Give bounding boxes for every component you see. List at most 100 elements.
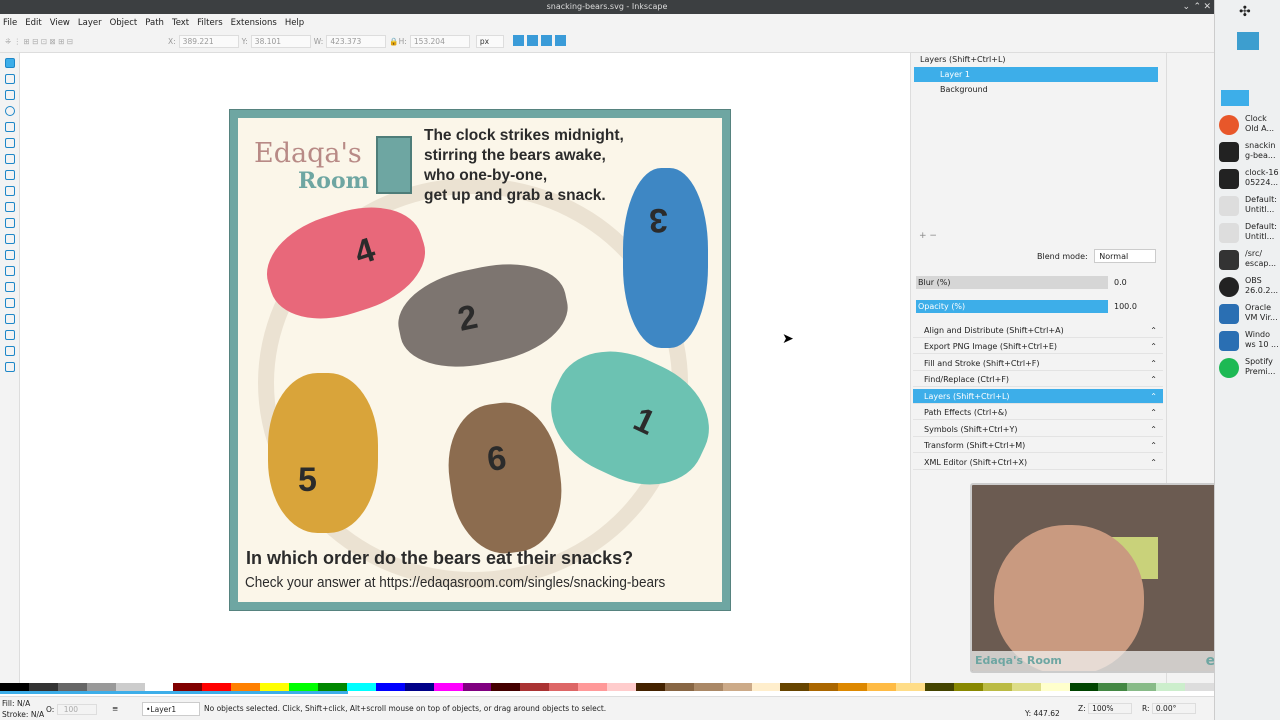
dock-symbols[interactable]: Symbols (Shift+Ctrl+Y) ⌃	[913, 422, 1163, 437]
blend-mode-row: Blend mode: Normal	[1037, 249, 1157, 263]
transform-toggle-buttons	[512, 35, 569, 48]
eraser-tool-icon[interactable]	[4, 346, 15, 356]
menu-file[interactable]: File	[3, 18, 17, 28]
menu-help[interactable]: Help	[285, 18, 304, 28]
move-gradients-icon[interactable]	[540, 35, 552, 46]
pen-tool-icon[interactable]	[4, 186, 15, 196]
task-item[interactable]: Spotify Premi...	[1217, 355, 1280, 381]
move-patterns-icon[interactable]	[554, 35, 566, 46]
answer-url-text: Check your answer at https://edaqasroom.…	[245, 574, 666, 591]
layer-row-background[interactable]: Background	[914, 82, 1158, 97]
selector-tool-icon[interactable]	[4, 58, 15, 68]
chevron-up-icon: ⌃	[1150, 458, 1157, 467]
status-bar: Fill: N/A Stroke: N/A O: 100 ≡ •Layer1 N…	[0, 696, 1214, 720]
ellipse-tool-icon[interactable]	[4, 106, 15, 116]
text-tool-icon[interactable]	[4, 234, 15, 244]
dock-xml-editor[interactable]: XML Editor (Shift+Ctrl+X) ⌃	[913, 455, 1163, 470]
layer-row-layer1[interactable]: Layer 1	[914, 67, 1158, 82]
app-launcher-icon[interactable]: ✣	[1239, 4, 1251, 20]
mesh-tool-icon[interactable]	[4, 266, 15, 276]
dock-label: XML Editor (Shift+Ctrl+X)	[924, 458, 1028, 467]
minimize-icon[interactable]: ⌄	[1182, 0, 1190, 14]
w-input[interactable]: 423.373	[326, 35, 387, 48]
zoom-control[interactable]: Z: 100%	[1078, 703, 1133, 714]
menu-extensions[interactable]: Extensions	[231, 18, 277, 28]
spray-tool-icon[interactable]	[4, 330, 15, 340]
task-label: Clock Old A...	[1245, 114, 1275, 133]
h-input[interactable]: 153.204	[409, 35, 470, 48]
dropper-tool-icon[interactable]	[4, 282, 15, 292]
rotate-label: R:	[1142, 704, 1150, 713]
dock-layers[interactable]: Layers (Shift+Ctrl+L) ⌃	[913, 389, 1163, 404]
y-input[interactable]: 38.101	[250, 35, 311, 48]
add-layer-icon[interactable]: + −	[919, 231, 937, 241]
dock-transform[interactable]: Transform (Shift+Ctrl+M) ⌃	[913, 438, 1163, 453]
dock-export-png[interactable]: Export PNG Image (Shift+Ctrl+E) ⌃	[913, 339, 1163, 354]
menu-view[interactable]: View	[50, 18, 70, 28]
stroke-indicator[interactable]: Stroke: N/A	[2, 710, 44, 719]
task-item[interactable]: Windo ws 10 ...	[1217, 328, 1280, 354]
menu-layer[interactable]: Layer	[78, 18, 102, 28]
opacity-status-value[interactable]: 100	[56, 704, 97, 715]
paint-bucket-tool-icon[interactable]	[4, 298, 15, 308]
virtual-desktop-indicator[interactable]	[1221, 90, 1249, 106]
zoom-tool-icon[interactable]	[4, 154, 15, 164]
terminal-icon	[1219, 250, 1239, 270]
menu-object[interactable]: Object	[110, 18, 138, 28]
dock-align-distribute[interactable]: Align and Distribute (Shift+Ctrl+A) ⌃	[913, 323, 1163, 338]
task-item[interactable]: /src/ escap...	[1217, 247, 1280, 273]
opacity-slider[interactable]: Opacity (%)	[916, 300, 1108, 313]
lock-icon[interactable]: 🔒	[389, 37, 398, 46]
current-layer-select[interactable]: •Layer1	[142, 702, 200, 716]
connector-tool-icon[interactable]	[4, 362, 15, 372]
menu-text[interactable]: Text	[172, 18, 189, 28]
node-tool-icon[interactable]	[4, 74, 15, 84]
task-item[interactable]: Default: Untitl...	[1217, 193, 1280, 219]
rotate-value[interactable]: 0.00°	[1151, 703, 1196, 714]
blend-mode-select[interactable]: Normal	[1094, 249, 1157, 263]
tool-controls-bar: ⁜ ⋮ ⊞ ⊟ ⊡ ⊠ ⊞ ⊟ X: 389.221 Y: 38.101 W: …	[0, 31, 1214, 53]
task-item[interactable]: OBS 26.0.2...	[1217, 274, 1280, 300]
fill-indicator[interactable]: Fill: N/A	[2, 699, 30, 708]
obs-icon	[1219, 277, 1239, 297]
rectangle-tool-icon[interactable]	[4, 90, 15, 100]
task-item[interactable]: snackin g-bea...	[1217, 139, 1280, 165]
gradient-tool-icon[interactable]	[4, 250, 15, 260]
tweak-tool-icon[interactable]	[4, 314, 15, 324]
calligraphy-tool-icon[interactable]	[4, 218, 15, 228]
rotate-control[interactable]: R: 0.00°	[1142, 703, 1196, 714]
blur-slider[interactable]: Blur (%)	[916, 276, 1108, 289]
pencil-tool-icon[interactable]	[4, 202, 15, 212]
task-item[interactable]: Oracle VM Vir...	[1217, 301, 1280, 327]
unit-select[interactable]: px	[475, 35, 504, 48]
spotify-icon	[1219, 358, 1239, 378]
spiral-tool-icon[interactable]	[4, 138, 15, 148]
layers-menu-icon[interactable]: ≡	[112, 704, 118, 713]
close-icon[interactable]: ✕	[1203, 0, 1211, 14]
menu-filters[interactable]: Filters	[197, 18, 222, 28]
task-item[interactable]: Clock Old A...	[1217, 112, 1280, 138]
task-label: snackin g-bea...	[1245, 141, 1276, 160]
star-tool-icon[interactable]	[4, 122, 15, 132]
zoom-value[interactable]: 100%	[1088, 703, 1133, 714]
menu-edit[interactable]: Edit	[25, 18, 41, 28]
dock-path-effects[interactable]: Path Effects (Ctrl+&) ⌃	[913, 405, 1163, 420]
bear-number: 6	[484, 438, 509, 480]
pinned-app-icon[interactable]	[1237, 32, 1259, 50]
task-item[interactable]: clock-16 05224...	[1217, 166, 1280, 192]
dock-fill-stroke[interactable]: Fill and Stroke (Shift+Ctrl+F) ⌃	[913, 356, 1163, 371]
scale-stroke-icon[interactable]	[512, 35, 524, 46]
opacity-value[interactable]: 100.0	[1114, 302, 1137, 311]
selector-toolbar-icons: ⁜ ⋮ ⊞ ⊟ ⊡ ⊠ ⊞ ⊟	[5, 37, 74, 46]
opacity-control[interactable]: O: 100	[46, 704, 97, 715]
maximize-icon[interactable]: ⌃	[1193, 0, 1201, 14]
blur-value[interactable]: 0.0	[1114, 278, 1127, 287]
color-palette[interactable]	[0, 683, 1215, 691]
scale-radii-icon[interactable]	[526, 35, 538, 46]
measure-tool-icon[interactable]	[4, 170, 15, 180]
task-item[interactable]: Default: Untitl...	[1217, 220, 1280, 246]
artwork-page[interactable]: Edaqa's Room The clock strikes midnight,…	[229, 109, 731, 611]
x-input[interactable]: 389.221	[178, 35, 239, 48]
dock-find-replace[interactable]: Find/Replace (Ctrl+F) ⌃	[913, 372, 1163, 387]
menu-path[interactable]: Path	[145, 18, 164, 28]
